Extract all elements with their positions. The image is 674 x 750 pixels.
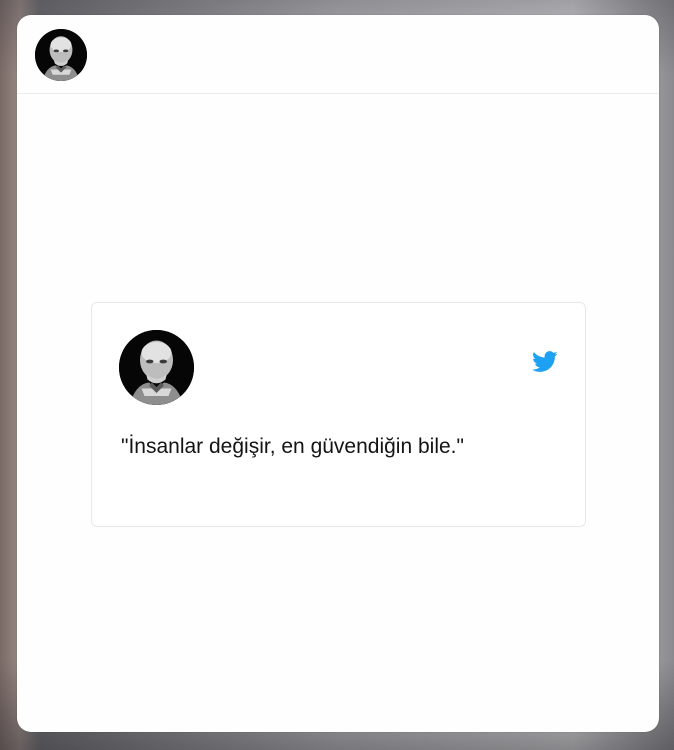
portrait-avatar-image xyxy=(35,29,87,81)
sheet-header xyxy=(17,15,659,94)
tweet-card[interactable]: "İnsanlar değişir, en güvendiğin bile." xyxy=(91,302,586,527)
portrait-avatar-icon[interactable] xyxy=(35,29,87,81)
tweet-text: "İnsanlar değişir, en güvendiğin bile." xyxy=(121,435,464,458)
portrait-avatar-icon[interactable] xyxy=(119,330,194,405)
share-sheet: "İnsanlar değişir, en güvendiğin bile." xyxy=(17,15,659,732)
twitter-bird-icon xyxy=(532,351,558,373)
portrait-avatar-image xyxy=(119,330,194,405)
